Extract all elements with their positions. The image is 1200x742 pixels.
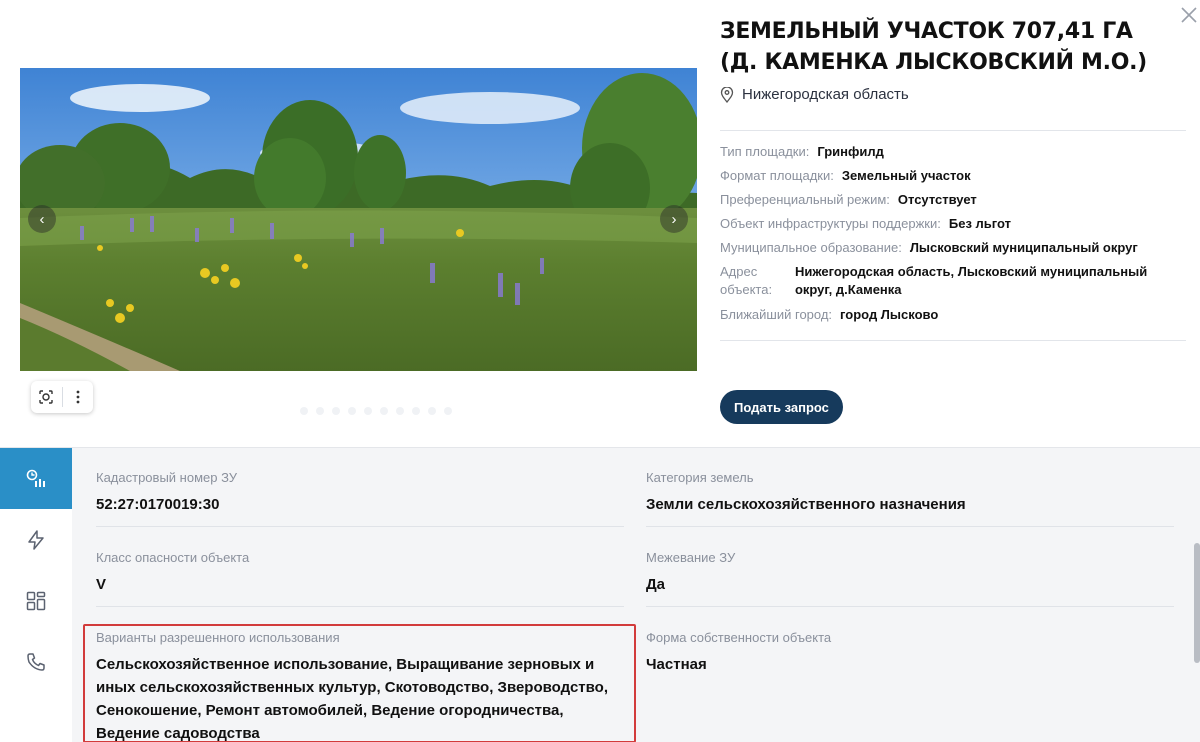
page-title: ЗЕМЕЛЬНЫЙ УЧАСТОК 707,41 ГА (Д. КАМЕНКА …	[720, 19, 1147, 75]
more-options-button[interactable]	[63, 381, 94, 413]
pagination-dot[interactable]	[412, 407, 420, 415]
property-row: Адрес объекта: Нижегородская область, Лы…	[720, 263, 1186, 299]
divider	[96, 526, 624, 527]
grid-icon	[26, 591, 46, 610]
property-value: Без льгот	[948, 216, 1011, 231]
object-card-header: ‹ › ЗЕМЕЛЬНЫЙ УЧАСТОК 707,41 ГА (Д. КАМЕ…	[0, 0, 1200, 447]
property-row: Преференциальный режим: Отсутствует	[720, 191, 1186, 209]
field-label: Категория земель	[646, 470, 754, 485]
property-value: Гринфилд	[817, 144, 884, 159]
pagination-dot[interactable]	[444, 407, 452, 415]
property-label: Объект инфраструктуры поддержки:	[720, 216, 941, 231]
sidebar-item-analytics[interactable]	[0, 448, 72, 509]
pagination-dot[interactable]	[316, 407, 324, 415]
map-pin-icon	[720, 86, 734, 103]
visual-search-button[interactable]	[31, 381, 62, 413]
field-cadastral-number: Кадастровый номер ЗУ 52:27:0170019:30	[96, 469, 624, 527]
property-value: Лысковский муниципальный округ	[909, 240, 1138, 255]
field-hazard-class: Класс опасности объекта V	[96, 549, 624, 607]
property-label: Ближайший город:	[720, 307, 833, 322]
section-sidebar	[0, 448, 72, 742]
field-label: Класс опасности объекта	[96, 550, 250, 565]
details-panel: Кадастровый номер ЗУ 52:27:0170019:30 Ка…	[0, 447, 1200, 742]
field-value: V	[96, 576, 107, 593]
field-land-category: Категория земель Земли сельскохозяйствен…	[646, 469, 1174, 527]
sidebar-item-contacts[interactable]	[0, 631, 72, 692]
field-label: Межевание ЗУ	[646, 550, 736, 565]
more-vertical-icon	[76, 390, 80, 404]
chevron-left-icon: ‹	[39, 210, 45, 228]
pagination-dot[interactable]	[364, 407, 372, 415]
field-label: Форма собственности объекта	[646, 630, 832, 645]
property-row: Объект инфраструктуры поддержки: Без льг…	[720, 215, 1186, 233]
close-icon	[1181, 7, 1197, 23]
submit-request-button[interactable]: Подать запрос	[720, 390, 843, 424]
field-value: Земли сельскохозяйственного назначения	[646, 496, 966, 513]
divider	[96, 606, 624, 607]
property-label: Преференциальный режим:	[720, 192, 890, 207]
divider	[720, 340, 1186, 341]
sidebar-item-infrastructure[interactable]	[0, 570, 72, 631]
property-label: Муниципальное образование:	[720, 240, 902, 255]
divider	[720, 130, 1186, 131]
scrollbar-thumb[interactable]	[1194, 543, 1200, 663]
property-list: Тип площадки: Гринфилд Формат площадки: …	[720, 143, 1186, 330]
pagination-dot[interactable]	[380, 407, 388, 415]
pagination-dot[interactable]	[300, 407, 308, 415]
location: Нижегородская область	[720, 86, 909, 103]
pagination-dot[interactable]	[332, 407, 340, 415]
analytics-icon	[26, 469, 45, 487]
field-value: Да	[646, 576, 666, 593]
pagination-dot[interactable]	[428, 407, 436, 415]
property-row: Муниципальное образование: Лысковский му…	[720, 239, 1186, 257]
property-label: Формат площадки:	[720, 168, 834, 183]
phone-icon	[27, 652, 45, 671]
gallery-pagination	[300, 407, 452, 415]
field-label: Кадастровый номер ЗУ	[96, 470, 238, 485]
property-value: Отсутствует	[897, 192, 977, 207]
lens-icon	[39, 390, 53, 404]
property-value: Нижегородская область, Лысковский муници…	[794, 264, 1148, 297]
property-value: Земельный участок	[841, 168, 971, 183]
field-value: Частная	[646, 656, 707, 673]
property-label: Тип площадки:	[720, 144, 810, 159]
meadow-photo	[20, 68, 697, 371]
object-photo	[20, 68, 697, 371]
lightning-icon	[28, 529, 44, 550]
close-button[interactable]	[1178, 4, 1200, 26]
property-label: Адрес объекта:	[720, 264, 773, 297]
sidebar-item-energy[interactable]	[0, 509, 72, 570]
pagination-dot[interactable]	[348, 407, 356, 415]
property-row: Тип площадки: Гринфилд	[720, 143, 1186, 161]
highlight-frame	[83, 624, 636, 742]
photo-prev-button[interactable]: ‹	[28, 205, 56, 233]
divider	[646, 526, 1174, 527]
property-row: Формат площадки: Земельный участок	[720, 167, 1186, 185]
photo-next-button[interactable]: ›	[660, 205, 688, 233]
image-tools-popup	[31, 381, 93, 413]
divider	[646, 606, 1174, 607]
location-text: Нижегородская область	[742, 86, 909, 103]
field-value: 52:27:0170019:30	[96, 496, 220, 513]
field-ownership-form: Форма собственности объекта Частная	[646, 629, 1174, 676]
pagination-dot[interactable]	[396, 407, 404, 415]
property-row: Ближайший город: город Лысково	[720, 306, 1186, 324]
chevron-right-icon: ›	[671, 210, 677, 228]
property-value: город Лысково	[840, 307, 939, 322]
field-land-survey: Межевание ЗУ Да	[646, 549, 1174, 607]
